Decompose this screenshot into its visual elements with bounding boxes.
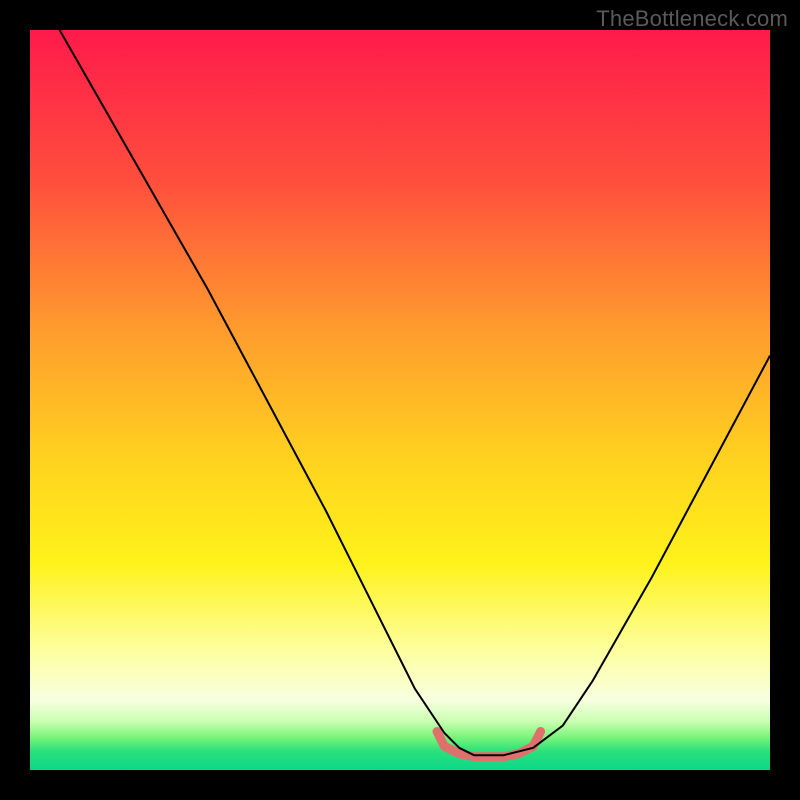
chart-frame: TheBottleneck.com (0, 0, 800, 800)
plot-area (30, 30, 770, 770)
optimal-zone-marker (437, 732, 541, 757)
watermark-text: TheBottleneck.com (596, 6, 788, 32)
bottleneck-curve (60, 30, 770, 755)
curve-layer (30, 30, 770, 770)
